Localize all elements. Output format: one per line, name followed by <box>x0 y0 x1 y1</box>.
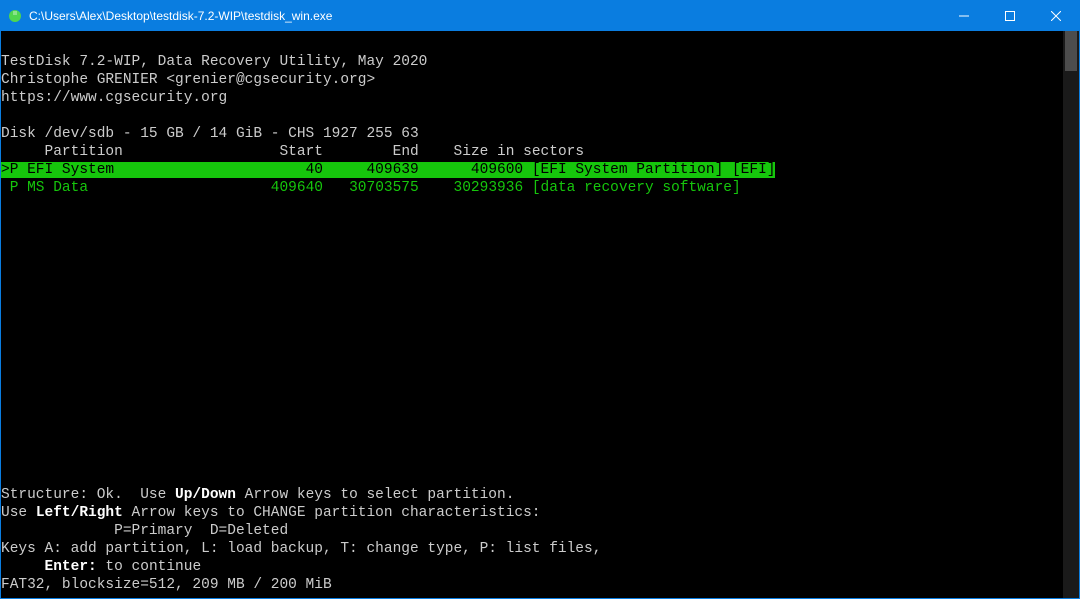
console-client: TestDisk 7.2-WIP, Data Recovery Utility,… <box>1 31 1079 598</box>
footer-block: Structure: Ok. Use Up/Down Arrow keys to… <box>1 468 1047 594</box>
console-area[interactable]: TestDisk 7.2-WIP, Data Recovery Utility,… <box>1 31 1063 598</box>
enter-key: Enter: <box>45 559 97 575</box>
minimize-button[interactable] <box>941 1 987 31</box>
header-line-2: Christophe GRENIER <grenier@cgsecurity.o… <box>1 72 375 88</box>
partition-row[interactable]: P MS Data 409640 30703575 30293936 [data… <box>1 180 741 196</box>
change-line: Use Left/Right Arrow keys to CHANGE part… <box>1 505 541 521</box>
keys-line: Keys A: add partition, L: load backup, T… <box>1 541 601 557</box>
header-line-1: TestDisk 7.2-WIP, Data Recovery Utility,… <box>1 54 427 70</box>
updown-key: Up/Down <box>175 487 236 503</box>
enter-line: Enter: to continue <box>1 559 201 575</box>
app-window: C:\Users\Alex\Desktop\testdisk-7.2-WIP\t… <box>0 0 1080 599</box>
app-icon <box>7 8 23 24</box>
scrollbar-thumb[interactable] <box>1065 31 1077 71</box>
fs-line: FAT32, blocksize=512, 209 MB / 200 MiB <box>1 577 332 593</box>
leftright-key: Left/Right <box>36 505 123 521</box>
disk-line: Disk /dev/sdb - 15 GB / 14 GiB - CHS 192… <box>1 126 419 142</box>
maximize-button[interactable] <box>987 1 1033 31</box>
table-header: Partition Start End Size in sectors <box>1 144 584 160</box>
header-line-3: https://www.cgsecurity.org <box>1 90 227 106</box>
scrollbar[interactable] <box>1063 31 1079 598</box>
window-title: C:\Users\Alex\Desktop\testdisk-7.2-WIP\t… <box>29 9 332 23</box>
structure-line: Structure: Ok. Use Up/Down Arrow keys to… <box>1 487 514 503</box>
legend-line: P=Primary D=Deleted <box>1 523 288 539</box>
titlebar[interactable]: C:\Users\Alex\Desktop\testdisk-7.2-WIP\t… <box>1 1 1079 31</box>
partition-row-selected[interactable]: >P EFI System 40 409639 409600 [EFI Syst… <box>1 162 775 178</box>
close-button[interactable] <box>1033 1 1079 31</box>
